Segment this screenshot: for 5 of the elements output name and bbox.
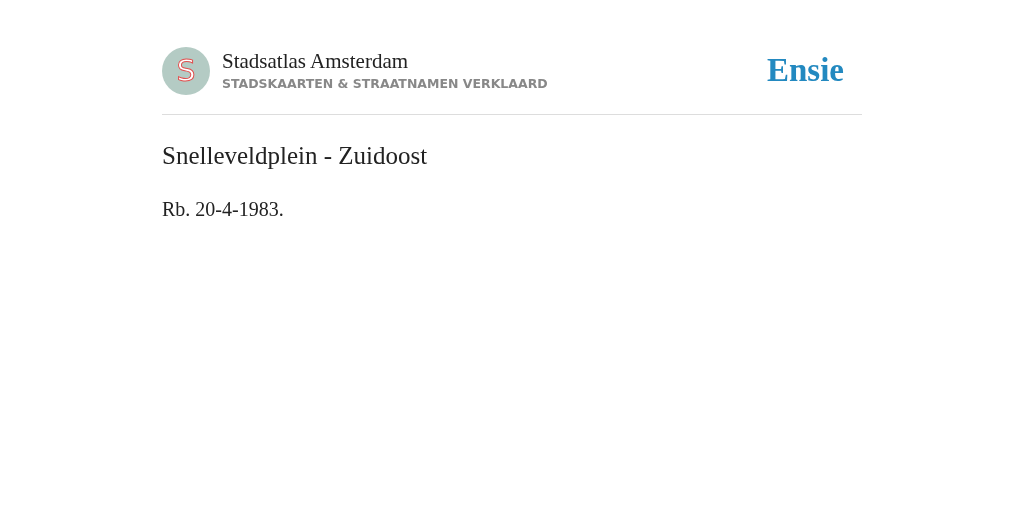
site-tagline: STADSKAARTEN & STRAATNAMEN VERKLAARD bbox=[222, 74, 548, 93]
article-title: Snelleveldplein - Zuidoost bbox=[162, 140, 429, 171]
brand-logo[interactable]: Ensie bbox=[766, 46, 844, 96]
site-title[interactable]: Stadsatlas Amsterdam bbox=[222, 47, 548, 74]
article-body: Rb. 20-4-1983. bbox=[162, 197, 285, 222]
